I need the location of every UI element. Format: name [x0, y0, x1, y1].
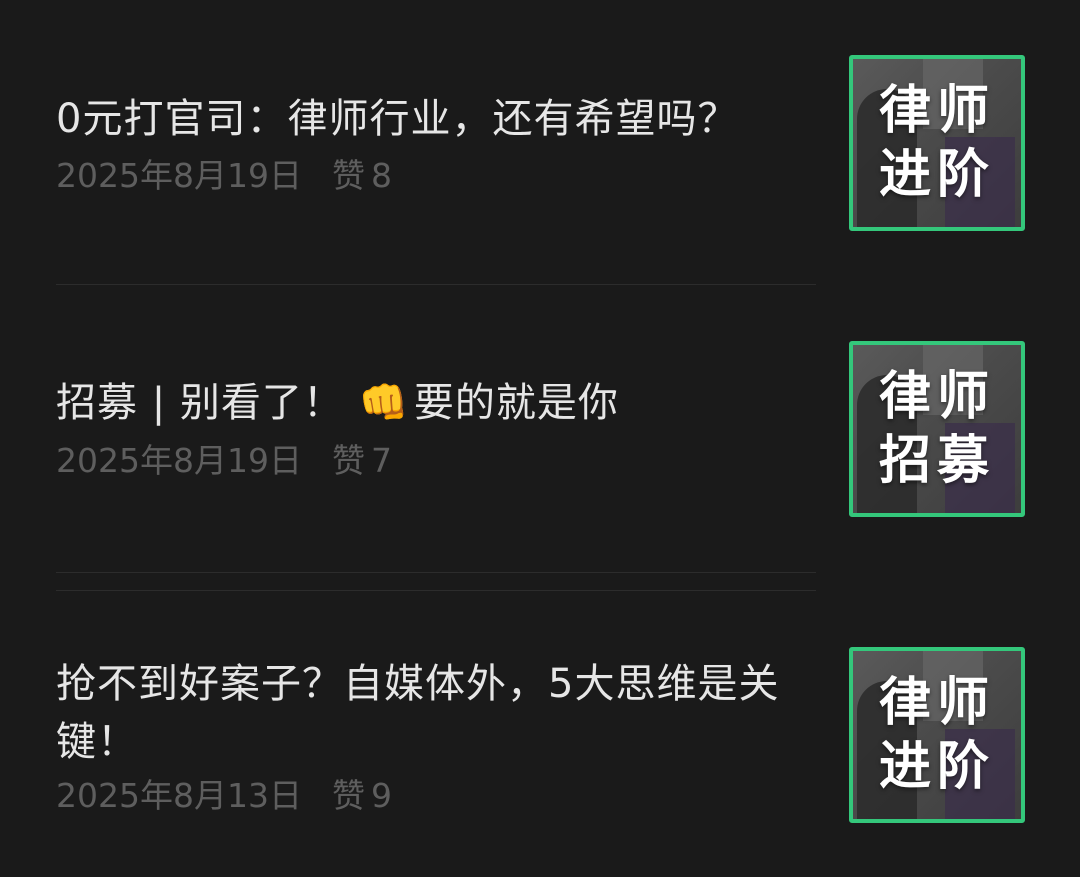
article-meta: 2025年8月19日赞 7 — [56, 441, 392, 481]
article-title: 0元打官司：律师行业，还有希望吗？ — [56, 96, 739, 142]
article-item[interactable]: 0元打官司：律师行业，还有希望吗？ 2025年8月19日赞 8 律师 进阶 — [0, 0, 1080, 280]
thumbnail-line-1: 律师 — [878, 81, 995, 141]
thumbnail-caption: 律师 进阶 — [853, 59, 1021, 227]
thumbnail-line-2: 进阶 — [878, 737, 995, 797]
likes-label: 赞 — [331, 776, 365, 815]
article-item[interactable]: 招募 | 别看了！ 👊 要的就是你 2025年8月19日赞 7 律师 招募 — [0, 290, 1080, 570]
article-item[interactable]: 抢不到好案子？自媒体外，5大思维是关键！ 2025年8月13日赞 9 律师 进阶 — [0, 591, 1080, 877]
likes-label: 赞 — [331, 156, 365, 195]
article-meta: 2025年8月19日赞 8 — [56, 156, 392, 196]
article-title: 抢不到好案子？自媒体外，5大思维是关键！ — [56, 661, 780, 765]
likes-count: 9 — [370, 776, 392, 815]
article-title-text: 要的就是你 — [413, 380, 619, 426]
article-meta: 2025年8月13日赞 9 — [56, 776, 392, 816]
thumbnail-line-1: 律师 — [878, 673, 995, 733]
article-title: 招募 | 别看了！ 👊 要的就是你 — [56, 374, 826, 432]
likes-label: 赞 — [331, 441, 365, 480]
article-title-text: 招募 | 别看了！ — [56, 380, 344, 426]
thumbnail-caption: 律师 招募 — [853, 345, 1021, 513]
article-thumbnail[interactable]: 律师 进阶 — [849, 55, 1025, 231]
article-thumbnail[interactable]: 律师 招募 — [849, 341, 1025, 517]
thumbnail-line-2: 招募 — [878, 431, 995, 491]
article-date: 2025年8月13日 — [56, 776, 302, 815]
punch-icon: 👊 — [358, 380, 410, 426]
thumbnail-caption: 律师 进阶 — [853, 651, 1021, 819]
divider — [56, 284, 816, 285]
likes-count: 7 — [370, 441, 392, 480]
article-date: 2025年8月19日 — [56, 156, 302, 195]
article-thumbnail[interactable]: 律师 进阶 — [849, 647, 1025, 823]
thumbnail-line-1: 律师 — [878, 367, 995, 427]
divider — [56, 572, 816, 573]
thumbnail-line-2: 进阶 — [878, 145, 995, 205]
article-date: 2025年8月19日 — [56, 441, 302, 480]
likes-count: 8 — [370, 156, 392, 195]
